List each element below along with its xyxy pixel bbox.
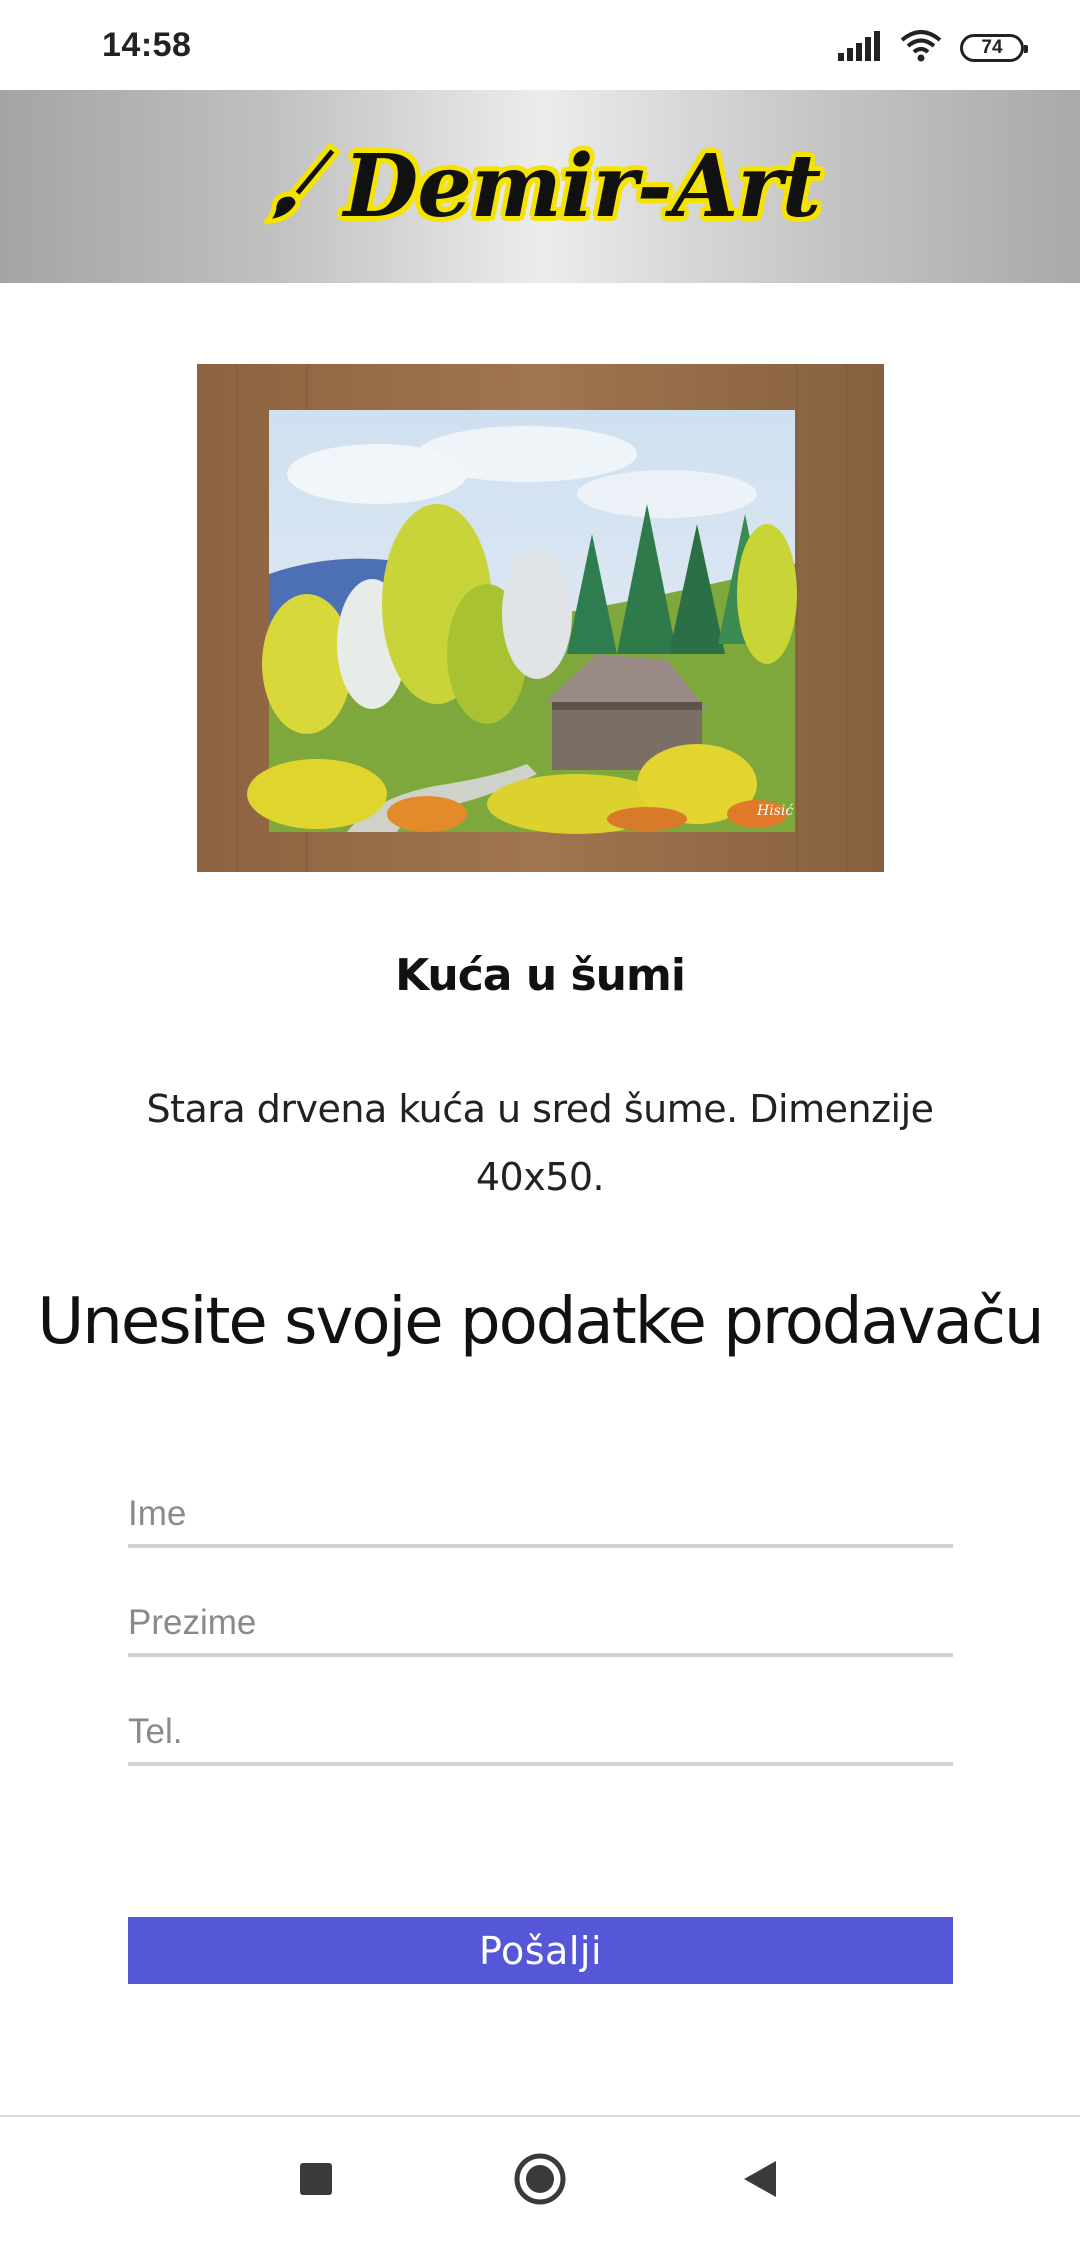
submit-button[interactable]: Pošalji [128, 1917, 953, 1984]
product-description: Stara drvena kuća u sred šume. Dimenzije… [146, 1087, 934, 1199]
logo-text: Demir-Art [343, 136, 822, 237]
product-title: Kuća u šumi [395, 950, 686, 1001]
home-icon [513, 2152, 567, 2210]
home-button[interactable] [510, 2151, 570, 2211]
phone-field[interactable] [128, 1702, 953, 1766]
nav-bar [0, 2117, 1080, 2246]
signal-icon [838, 31, 882, 65]
recents-icon [298, 2161, 334, 2201]
page: 14:58 74 Demir-Art Hisić Kuća u šumi Sta… [0, 0, 1080, 2246]
wifi-icon [900, 30, 942, 66]
recents-button[interactable] [286, 2151, 346, 2211]
first-name-field[interactable] [128, 1484, 953, 1548]
status-bar: 14:58 74 [0, 0, 1080, 90]
last-name-field[interactable] [128, 1593, 953, 1657]
svg-text:Hisić: Hisić [756, 803, 793, 819]
back-icon [742, 2159, 778, 2203]
form-heading: Unesite svoje podatke prodavaču [37, 1285, 1044, 1359]
status-time: 14:58 [102, 26, 192, 64]
status-icons: 74 [838, 28, 1028, 68]
back-button[interactable] [730, 2151, 790, 2211]
app-header: Demir-Art [0, 90, 1080, 283]
battery-icon: 74 [960, 34, 1028, 62]
product-image[interactable]: Hisić [197, 364, 884, 872]
logo[interactable]: Demir-Art [260, 136, 821, 237]
brush-icon [260, 140, 342, 234]
